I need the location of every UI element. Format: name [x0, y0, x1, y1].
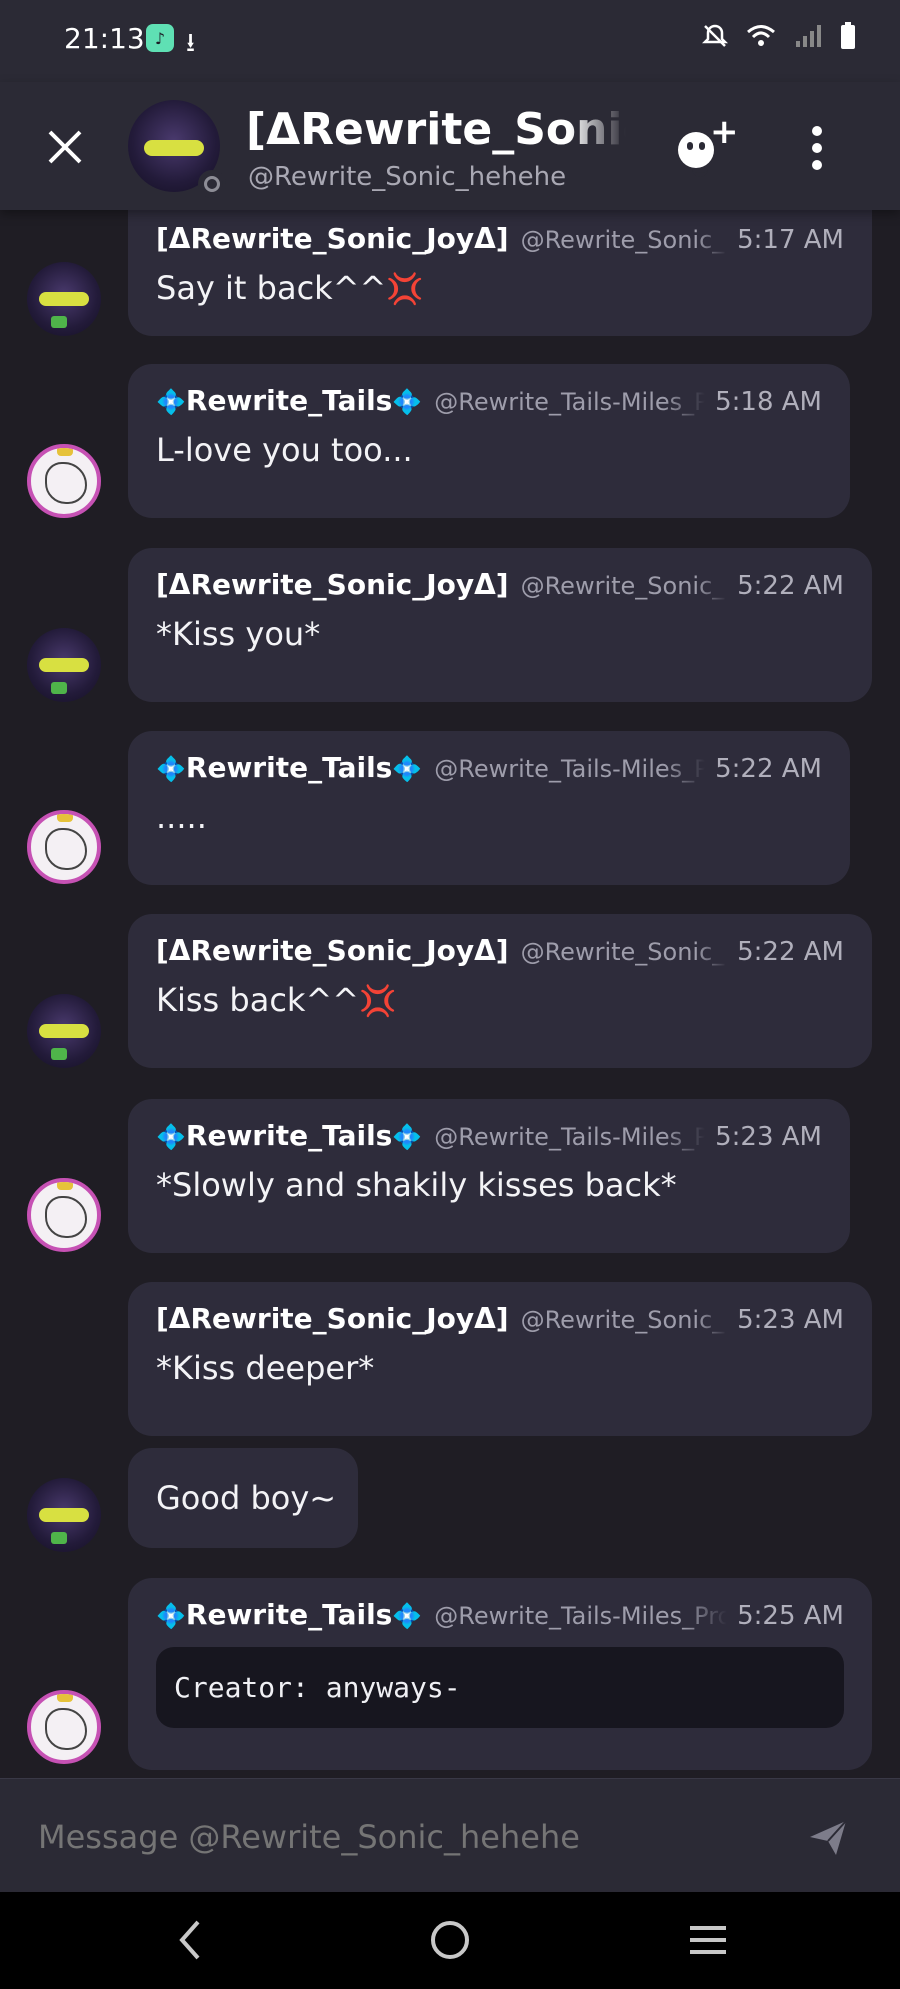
add-friend-icon[interactable]: +	[674, 112, 739, 177]
message-handle: @Rewrite_Tails-Miles_Prower	[434, 755, 706, 783]
message-time: 5:17 AM	[737, 225, 844, 255]
avatar[interactable]	[27, 994, 101, 1068]
message-bubble[interactable]: 💠Rewrite_Tails💠 @Rewrite_Tails-Miles_Pro…	[128, 1578, 872, 1770]
message-list[interactable]: [ΔRewrite_Sonic_JoyΔ] @Rewrite_Sonic_heh…	[0, 210, 900, 1778]
message-time: 5:22 AM	[737, 937, 844, 967]
message-handle: @Rewrite_Tails-Miles_Prower	[434, 388, 706, 416]
diamond-emoji-icon: 💠	[156, 388, 186, 416]
battery-icon	[841, 22, 855, 49]
close-icon	[48, 130, 82, 164]
avatar[interactable]	[27, 1478, 101, 1552]
message-text: Kiss back^^💢	[156, 981, 397, 1019]
message-author[interactable]: 💠Rewrite_Tails💠	[156, 1598, 422, 1631]
message-handle: @Rewrite_Tails-Miles_Prower	[434, 1602, 728, 1630]
message-bubble[interactable]: 💠Rewrite_Tails💠 @Rewrite_Tails-Miles_Pro…	[128, 364, 850, 518]
offline-status-icon	[198, 170, 226, 198]
anger-emoji-icon: 💢	[359, 984, 397, 1019]
message-author[interactable]: [ΔRewrite_Sonic_JoyΔ]	[156, 1302, 509, 1335]
message-author[interactable]: [ΔRewrite_Sonic_JoyΔ]	[156, 568, 509, 601]
diamond-emoji-icon: 💠	[392, 755, 423, 783]
message-text: *Kiss deeper*	[156, 1349, 375, 1387]
message-text: L-love you too...	[156, 431, 413, 469]
home-nav-icon[interactable]	[428, 1916, 472, 1964]
diamond-emoji-icon: 💠	[156, 1123, 186, 1151]
message-composer	[0, 1778, 900, 1893]
chat-header: [ΔRewrite_Sonic_JoyΔ] @Rewrite_Sonic_heh…	[0, 82, 900, 210]
chat-title[interactable]: [ΔRewrite_Sonic_JoyΔ]	[246, 104, 626, 155]
message-text: *Slowly and shakily kisses back*	[156, 1166, 677, 1204]
status-icons	[702, 22, 856, 50]
send-icon[interactable]	[806, 1815, 850, 1859]
diamond-emoji-icon: 💠	[392, 1602, 423, 1630]
message-handle: @Rewrite_Sonic_hehehe	[520, 1306, 728, 1334]
message-bubble[interactable]: 💠Rewrite_Tails💠 @Rewrite_Tails-Miles_Pro…	[128, 1099, 850, 1253]
status-bar: 21:13 ♪ ⭳	[0, 0, 900, 82]
download-icon: ⭳	[186, 28, 196, 58]
message-input[interactable]	[36, 1809, 760, 1865]
message-bubble[interactable]: [ΔRewrite_Sonic_JoyΔ] @Rewrite_Sonic_heh…	[128, 914, 872, 1068]
message-time: 5:23 AM	[715, 1122, 822, 1152]
avatar[interactable]	[27, 262, 101, 336]
system-nav-bar	[0, 1892, 900, 1989]
message-author[interactable]: 💠Rewrite_Tails💠	[156, 751, 422, 784]
diamond-emoji-icon: 💠	[392, 1123, 423, 1151]
message-author[interactable]: 💠Rewrite_Tails💠	[156, 1119, 422, 1152]
code-block: Creator: anyways-	[156, 1647, 844, 1728]
message-handle: @Rewrite_Sonic_hehehe	[520, 572, 728, 600]
status-time: 21:13	[64, 22, 145, 55]
diamond-emoji-icon: 💠	[392, 388, 423, 416]
wifi-icon	[747, 25, 775, 46]
avatar[interactable]	[27, 810, 101, 884]
message-text: Say it back^^💢	[156, 269, 424, 307]
message-bubble[interactable]: Good boy~	[128, 1448, 358, 1548]
message-author[interactable]: [ΔRewrite_Sonic_JoyΔ]	[156, 934, 509, 967]
more-options-icon[interactable]	[810, 126, 824, 170]
message-bubble[interactable]: [ΔRewrite_Sonic_JoyΔ] @Rewrite_Sonic_heh…	[128, 1282, 872, 1436]
message-bubble[interactable]: [ΔRewrite_Sonic_JoyΔ] @Rewrite_Sonic_heh…	[128, 548, 872, 702]
message-time: 5:18 AM	[715, 387, 822, 417]
message-handle: @Rewrite_Tails-Miles_Prower	[434, 1123, 706, 1151]
message-bubble[interactable]: 💠Rewrite_Tails💠 @Rewrite_Tails-Miles_Pro…	[128, 731, 850, 885]
app-notification-icon: ♪	[146, 24, 174, 52]
message-bubble[interactable]: [ΔRewrite_Sonic_JoyΔ] @Rewrite_Sonic_heh…	[128, 210, 872, 336]
message-text: Good boy~	[156, 1479, 337, 1517]
message-time: 5:22 AM	[737, 571, 844, 601]
mute-icon	[702, 24, 728, 47]
message-handle: @Rewrite_Sonic_hehehe	[520, 938, 728, 966]
signal-icon	[796, 25, 821, 47]
message-author[interactable]: [ΔRewrite_Sonic_JoyΔ]	[156, 222, 509, 255]
avatar[interactable]	[27, 444, 101, 518]
diamond-emoji-icon: 💠	[156, 1602, 186, 1630]
diamond-emoji-icon: 💠	[156, 755, 186, 783]
message-time: 5:25 AM	[737, 1601, 844, 1631]
avatar[interactable]	[27, 1690, 101, 1764]
avatar[interactable]	[27, 628, 101, 702]
avatar[interactable]	[27, 1178, 101, 1252]
back-nav-icon[interactable]	[172, 1916, 206, 1964]
chat-handle: @Rewrite_Sonic_hehehe	[248, 162, 567, 192]
message-author[interactable]: 💠Rewrite_Tails💠	[156, 384, 422, 417]
message-handle: @Rewrite_Sonic_hehehe	[520, 226, 728, 254]
message-time: 5:23 AM	[737, 1305, 844, 1335]
close-button[interactable]	[40, 122, 90, 172]
message-text: .....	[156, 798, 207, 836]
message-text: *Kiss you*	[156, 615, 321, 653]
anger-emoji-icon: 💢	[386, 272, 424, 307]
message-time: 5:22 AM	[715, 754, 822, 784]
recents-nav-icon[interactable]	[686, 1916, 730, 1964]
